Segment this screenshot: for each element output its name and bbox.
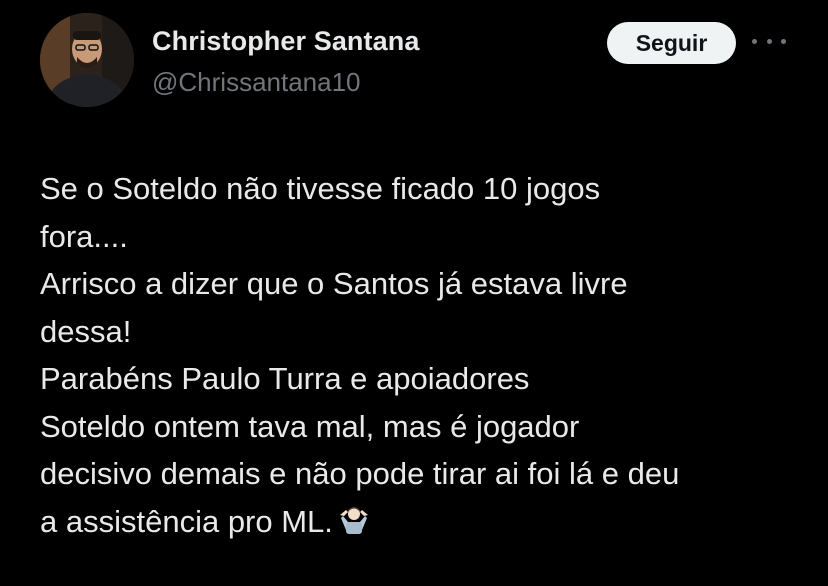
tweet-text-line: Arrisco a dizer que o Santos já estava l… [40, 266, 628, 301]
person-shrugging-emoji [337, 502, 371, 550]
more-dot [781, 38, 786, 44]
author-handle[interactable]: @Chrissantana10 [152, 67, 361, 98]
more-dot [752, 38, 757, 44]
tweet-text-line: Parabéns Paulo Turra e apoiadores [40, 361, 530, 396]
tweet-text-line: Soteldo ontem tava mal, mas é jogador [40, 408, 580, 444]
tweet-text: Se o Soteldo não tivesse ficado 10 jogos… [40, 165, 800, 549]
avatar[interactable] [40, 13, 134, 107]
tweet-card: Christopher Santana @Chrissantana10 Segu… [0, 0, 828, 586]
tweet-text-last-line: a assistência pro ML. [40, 498, 800, 550]
tweet-text-line: decisivo demais e não pode tirar ai foi … [40, 456, 680, 491]
more-horizontal-icon[interactable] [752, 30, 786, 52]
follow-button[interactable]: Seguir [607, 22, 736, 64]
avatar-photo [40, 13, 134, 107]
more-dot [766, 38, 772, 44]
tweet-text-line: fora.... [40, 218, 128, 254]
tweet-text-line: Se o Soteldo não tivesse ficado 10 jogos [40, 171, 601, 206]
tweet-text-line: dessa! [40, 313, 132, 349]
tweet-text-line: a assistência pro ML. [40, 503, 333, 539]
author-display-name[interactable]: Christopher Santana [152, 26, 419, 57]
